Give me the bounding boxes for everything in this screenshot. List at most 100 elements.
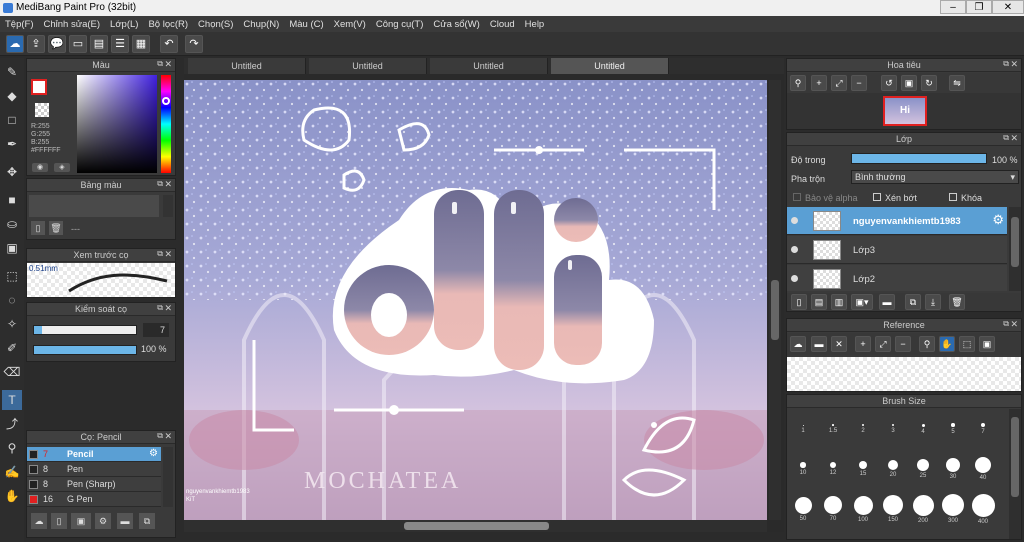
brush-size-value[interactable]: 7 (143, 323, 169, 337)
layer-scrollbar[interactable] (1009, 207, 1021, 291)
brush-size-cell[interactable]: 3 (879, 413, 907, 441)
pen-tool-icon[interactable]: ✒ (2, 134, 22, 154)
brush-size-cell[interactable]: 1 (789, 413, 817, 441)
brush-size-slider[interactable] (33, 325, 137, 335)
gradient-tool-icon[interactable]: ▣ (2, 238, 22, 258)
undock-icon[interactable]: ⧉ (1003, 59, 1009, 69)
layer-opacity-slider[interactable] (851, 153, 987, 164)
close-icon[interactable]: ✕ (1010, 133, 1018, 144)
close-reference-icon[interactable]: ✕ (831, 336, 847, 352)
close-icon[interactable]: ✕ (164, 59, 172, 70)
chat-icon[interactable]: 💬 (48, 35, 66, 53)
lasso-tool-icon[interactable]: ◌ (2, 290, 22, 310)
grid-icon[interactable]: ▦ (132, 35, 150, 53)
new-8bit-layer-icon[interactable]: ▥ (831, 294, 847, 310)
brush-add-icon[interactable]: ☁ (31, 513, 47, 529)
clipping-checkbox[interactable] (873, 193, 881, 201)
menu-item[interactable]: Tệp(F) (0, 19, 39, 30)
brush-size-cell[interactable]: 70 (819, 493, 847, 522)
close-button[interactable]: ✕ (992, 0, 1024, 14)
operation-tool-icon[interactable]: ⤴ (2, 414, 22, 434)
brush-size-cell[interactable]: 15 (849, 453, 877, 481)
menu-item[interactable]: Chụp(N) (238, 19, 284, 30)
flip-icon[interactable]: ⇋ (949, 75, 965, 91)
document-tab[interactable]: Untitled (430, 58, 548, 74)
brush-size-cell[interactable]: 4 (909, 413, 937, 441)
brush-size-cell[interactable]: 25 (909, 453, 937, 481)
vertical-scroll-thumb[interactable] (771, 280, 779, 340)
close-icon[interactable]: ✕ (1010, 59, 1018, 70)
zoom-icon[interactable]: ⚲ (790, 75, 806, 91)
transparent-swatch[interactable] (35, 103, 49, 117)
document-tab[interactable]: Untitled (309, 58, 427, 74)
menu-item[interactable]: Lớp(L) (105, 19, 143, 30)
select-eraser-tool-icon[interactable]: ⌫ (2, 362, 22, 382)
brush-size-cell[interactable]: 10 (789, 453, 817, 481)
menu-item[interactable]: Chọn(S) (193, 19, 238, 30)
blend-mode-select[interactable]: Bình thường ▾ (851, 170, 1019, 184)
color-mode-icon[interactable]: ◉ (32, 163, 48, 172)
brush-size-cell[interactable]: 200 (909, 493, 937, 524)
minimize-button[interactable]: – (940, 0, 966, 14)
eyedropper-tool-icon[interactable]: ⚲ (2, 438, 22, 458)
new-palette-icon[interactable]: ▯ (31, 221, 45, 235)
document-tab[interactable]: Untitled (188, 58, 306, 74)
select-rect-tool-icon[interactable]: ⬚ (2, 266, 22, 286)
layer-scroll-thumb[interactable] (1011, 217, 1019, 267)
ref-hand-icon[interactable]: ✋ (939, 336, 955, 352)
brush-list-scrollbar[interactable] (163, 447, 173, 507)
menu-item[interactable]: Bộ lọc(R) (143, 19, 193, 30)
close-icon[interactable]: ✕ (164, 431, 172, 442)
brush-size-cell[interactable]: 30 (939, 453, 967, 481)
close-icon[interactable]: ✕ (164, 179, 172, 190)
add-layer-menu-icon[interactable]: ▣▾ (851, 294, 873, 310)
close-icon[interactable]: ✕ (1010, 319, 1018, 330)
brush-size-cell[interactable]: 12 (819, 453, 847, 481)
blur-tool-icon[interactable]: ✍ (2, 462, 22, 482)
horizontal-scrollbar[interactable] (184, 520, 767, 532)
horizontal-scroll-thumb[interactable] (404, 522, 549, 530)
undock-icon[interactable]: ⧉ (1003, 133, 1009, 143)
document-tab[interactable]: Untitled (551, 58, 669, 74)
undock-icon[interactable]: ⧉ (157, 59, 163, 69)
undo-icon[interactable]: ↶ (160, 35, 178, 53)
brush-size-cell[interactable]: 150 (879, 493, 907, 523)
layer-row[interactable]: nguyenvankhiemtb1983 ⚙ (787, 207, 1007, 235)
zoom-out-icon[interactable]: − (851, 75, 867, 91)
trash-icon[interactable]: 🗑 (49, 221, 63, 235)
list-icon[interactable]: ☰ (111, 35, 129, 53)
brush-tool-icon[interactable]: ✎ (2, 62, 22, 82)
eye-icon[interactable] (791, 275, 798, 282)
brush-delete-icon[interactable]: ⧉ (139, 513, 155, 529)
fill-rect-tool-icon[interactable]: ■ (2, 190, 22, 210)
undock-icon[interactable]: ⧉ (157, 431, 163, 441)
palette-swatch-area[interactable] (29, 195, 159, 217)
magic-wand-tool-icon[interactable]: ✧ (2, 314, 22, 334)
zoom-in-icon[interactable]: + (811, 75, 827, 91)
canvas[interactable]: MOCHATEA nguyenvankhiemtb1983 KiT (184, 80, 767, 520)
rotate-left-icon[interactable]: ↺ (881, 75, 897, 91)
brush-size-scrollbar[interactable] (1009, 409, 1021, 539)
brush-list-item[interactable]: 7 Pencil ⚙ (27, 447, 161, 462)
duplicate-layer-icon[interactable]: ⧉ (905, 294, 921, 310)
reference-view[interactable] (787, 357, 1021, 391)
ref-zoom-in-icon[interactable]: + (855, 336, 871, 352)
saturation-value-picker[interactable] (77, 75, 157, 173)
merge-layer-icon[interactable]: ⤓ (925, 294, 941, 310)
undock-icon[interactable]: ⧉ (157, 249, 163, 259)
ref-fullscreen-icon[interactable]: ▣ (979, 336, 995, 352)
menu-item[interactable]: Help (520, 19, 550, 30)
shape-tool-icon[interactable]: □ (2, 110, 22, 130)
reset-view-icon[interactable]: ▣ (901, 75, 917, 91)
menu-item[interactable]: Xem(V) (329, 19, 371, 30)
eye-icon[interactable] (791, 217, 798, 224)
vertical-scrollbar[interactable] (769, 80, 781, 520)
brush-size-cell[interactable]: 400 (969, 493, 997, 525)
fit-icon[interactable]: ⤢ (831, 75, 847, 91)
layer-row[interactable]: Lớp2 (787, 265, 1007, 291)
brush-size-cell[interactable]: 100 (849, 493, 877, 523)
menu-item[interactable]: Cửa sổ(W) (428, 19, 484, 30)
gear-icon[interactable]: ⚙ (149, 448, 158, 459)
brush-size-cell[interactable]: 5 (939, 413, 967, 441)
move-tool-icon[interactable]: ✥ (2, 162, 22, 182)
